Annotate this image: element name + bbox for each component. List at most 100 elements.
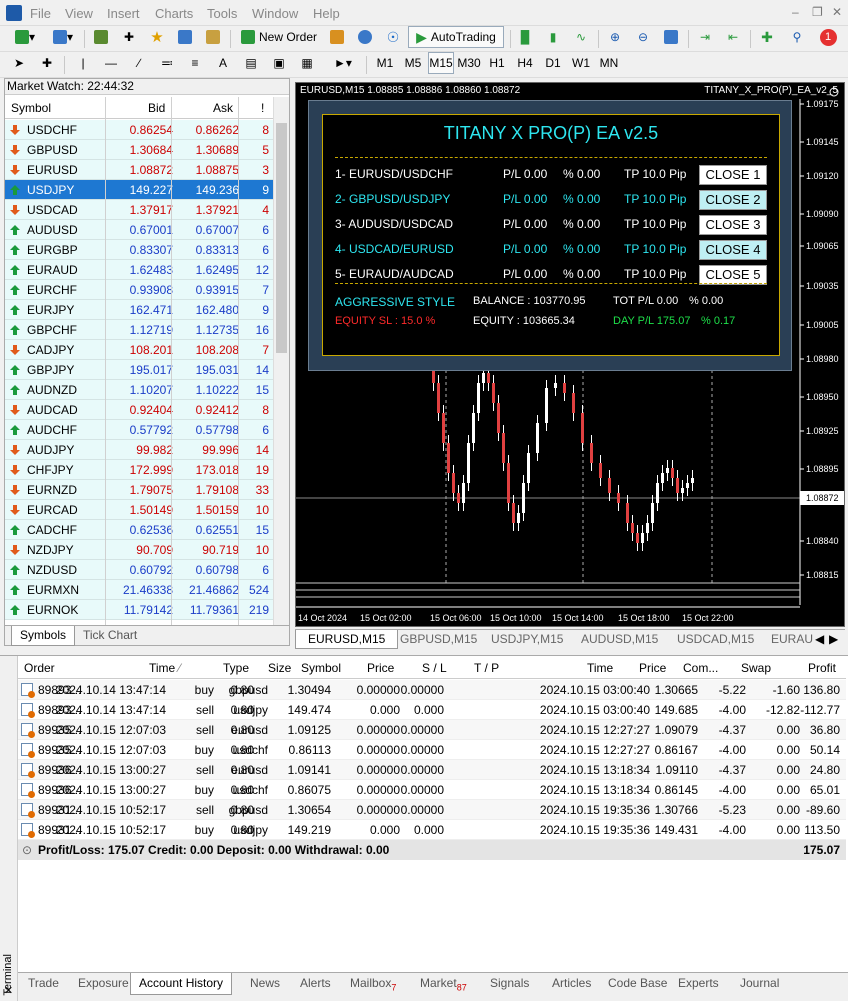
minimize-icon[interactable]: – — [792, 5, 799, 19]
grid-lines-icon[interactable]: ▦ — [296, 52, 318, 74]
timeframe-mn[interactable]: MN — [596, 52, 622, 74]
market-watch-row-usdchf[interactable]: USDCHF 0.86254 0.86262 8 — [5, 120, 273, 140]
market-watch-row-eurcad[interactable]: EURCAD 1.50149 1.50159 10 — [5, 500, 273, 520]
market-watch-row-euraud[interactable]: EURAUD 1.62483 1.62495 12 — [5, 260, 273, 280]
timeframe-m30[interactable]: M30 — [456, 52, 482, 74]
market-watch-row-cadchf[interactable]: CADCHF 0.62536 0.62551 15 — [5, 520, 273, 540]
fibonacci-icon[interactable]: ≡ — [184, 52, 206, 74]
new-order-button[interactable]: New Order — [238, 26, 320, 48]
col-sl[interactable]: S / L — [422, 661, 447, 675]
terminal-icon[interactable] — [174, 26, 196, 48]
market-watch-row-eurnzd[interactable]: EURNZD 1.79075 1.79108 33 — [5, 480, 273, 500]
market-watch-row-usdjpy[interactable]: USDJPY 149.227 149.236 9 — [5, 180, 273, 200]
menu-view[interactable]: View — [65, 6, 93, 21]
col-ask[interactable]: Ask — [213, 101, 233, 115]
menu-file[interactable]: File — [30, 6, 51, 21]
text-tool-icon[interactable]: A — [212, 52, 234, 74]
timeframe-w1[interactable]: W1 — [568, 52, 594, 74]
col-commission[interactable]: Com... — [683, 661, 718, 675]
metaeditor-icon[interactable] — [326, 26, 348, 48]
terminal-tab-articles[interactable]: Articles — [552, 976, 591, 990]
menu-insert[interactable]: Insert — [107, 6, 140, 21]
terminal-tab-exposure[interactable]: Exposure — [78, 976, 129, 990]
chart-tab-eurusd[interactable]: EURUSD,M15 — [295, 630, 399, 649]
history-row[interactable]: 89936... 2024.10.15 13:00:27 sell 0.80 eurus… — [18, 760, 846, 780]
history-row[interactable]: 89936... 2024.10.15 13:00:27 buy 0.80 usdchf… — [18, 780, 846, 800]
close-pair-2-button[interactable]: CLOSE 2 — [699, 190, 767, 210]
terminal-tab-code-base[interactable]: Code Base — [608, 976, 667, 990]
terminal-tab-account-history[interactable]: Account History — [130, 973, 233, 995]
zoom-in-icon[interactable]: ⊕ — [604, 26, 626, 48]
chart-tab-gbpusd[interactable]: GBPUSD,M15 — [400, 632, 477, 646]
col-symbol[interactable]: Symbol — [11, 101, 51, 115]
terminal-tab-trade[interactable]: Trade — [28, 976, 59, 990]
col-symbol[interactable]: Symbol — [301, 661, 341, 675]
vertical-line-icon[interactable]: | — [72, 52, 94, 74]
profiles-icon[interactable]: ▾ — [46, 26, 80, 48]
col-spread[interactable]: ! — [261, 101, 264, 115]
market-watch-row-cadjpy[interactable]: CADJPY 108.201 108.208 7 — [5, 340, 273, 360]
history-row[interactable]: 89893... 2024.10.14 13:47:14 sell 0.80 usdjp… — [18, 700, 846, 720]
horizontal-line-icon[interactable]: — — [100, 52, 122, 74]
chart-shift-icon[interactable]: ⇤ — [722, 26, 744, 48]
summary-collapse-icon[interactable]: ⊙ — [22, 843, 32, 857]
market-watch-row-audcad[interactable]: AUDCAD 0.92404 0.92412 8 — [5, 400, 273, 420]
search-icon[interactable]: ⚲ — [786, 26, 808, 48]
market-watch-icon[interactable] — [90, 26, 112, 48]
terminal-tab-mailbox[interactable]: Mailbox7 — [350, 976, 396, 992]
indicators-icon[interactable]: ✚ — [756, 26, 778, 48]
strategy-tester-icon[interactable] — [202, 26, 224, 48]
terminal-tab-market[interactable]: Market87 — [420, 976, 467, 992]
new-chart-icon[interactable]: ▾ — [8, 26, 42, 48]
menu-charts[interactable]: Charts — [155, 6, 193, 21]
text-label-icon[interactable]: ▤ — [240, 52, 262, 74]
chart-tab-audusd[interactable]: AUDUSD,M15 — [581, 632, 658, 646]
terminal-tab-news[interactable]: News — [250, 976, 280, 990]
history-row[interactable]: 89931... 2024.10.15 10:52:17 buy 0.80 usdjpy… — [18, 820, 846, 840]
close-pair-5-button[interactable]: CLOSE 5 — [699, 265, 767, 285]
equidistant-channel-icon[interactable]: ≕ — [156, 52, 178, 74]
col-open-time[interactable]: Time ⁄ — [149, 661, 181, 675]
col-price[interactable]: Price — [367, 661, 394, 675]
chart-window[interactable]: EURUSD,M15 1.08885 1.08886 1.08860 1.088… — [295, 82, 845, 627]
signals-icon[interactable] — [354, 26, 376, 48]
market-watch-row-audjpy[interactable]: AUDJPY 99.982 99.996 14 — [5, 440, 273, 460]
arrow-tool-icon[interactable]: ▣ — [268, 52, 290, 74]
close-pair-3-button[interactable]: CLOSE 3 — [699, 215, 767, 235]
col-tp[interactable]: T / P — [474, 661, 499, 675]
tab-scroll-left-icon[interactable]: ◀ — [815, 632, 824, 646]
col-close-price[interactable]: Price — [639, 661, 666, 675]
market-watch-row-usdcad[interactable]: USDCAD 1.37917 1.37921 4 — [5, 200, 273, 220]
market-watch-row-gbpjpy[interactable]: GBPJPY 195.017 195.031 14 — [5, 360, 273, 380]
history-row[interactable]: 89935... 2024.10.15 12:07:03 sell 0.80 eurus… — [18, 720, 846, 740]
autoscroll-icon[interactable]: ⇥ — [694, 26, 716, 48]
col-order[interactable]: Order — [24, 661, 55, 675]
notifications-icon[interactable]: 1 — [814, 26, 842, 48]
market-watch-row-gbpchf[interactable]: GBPCHF 1.12719 1.12735 16 — [5, 320, 273, 340]
menu-help[interactable]: Help — [313, 6, 340, 21]
close-pair-1-button[interactable]: CLOSE 1 — [699, 165, 767, 185]
close-icon[interactable]: ✕ — [832, 5, 842, 19]
col-size[interactable]: Size — [268, 661, 291, 675]
market-watch-row-chfjpy[interactable]: CHFJPY 172.999 173.018 19 — [5, 460, 273, 480]
line-chart-icon[interactable]: ∿ — [570, 26, 592, 48]
tab-symbols[interactable]: Symbols — [11, 626, 76, 646]
terminal-close-icon[interactable]: ✕ — [2, 654, 15, 996]
timeframe-m1[interactable]: M1 — [372, 52, 398, 74]
col-swap[interactable]: Swap — [741, 661, 771, 675]
market-watch-row-gbpusd[interactable]: GBPUSD 1.30684 1.30689 5 — [5, 140, 273, 160]
market-watch-row-eurnok[interactable]: EURNOK 11.79142 11.79361 219 — [5, 600, 273, 620]
autotrading-button[interactable]: ▶ AutoTrading — [408, 26, 504, 48]
terminal-tab-journal[interactable]: Journal — [740, 976, 779, 990]
market-watch-row-eurchf[interactable]: EURCHF 0.93908 0.93915 7 — [5, 280, 273, 300]
chart-tab-eurau[interactable]: EURAU — [771, 632, 813, 646]
close-pair-4-button[interactable]: CLOSE 4 — [699, 240, 767, 260]
favorites-star-icon[interactable]: ★ — [146, 26, 168, 48]
market-watch-row-audnzd[interactable]: AUDNZD 1.10207 1.10222 15 — [5, 380, 273, 400]
restore-icon[interactable]: ❐ — [812, 5, 823, 19]
col-bid[interactable]: Bid — [148, 101, 165, 115]
crosshair-nav-icon[interactable]: ✚ — [118, 26, 140, 48]
terminal-tab-alerts[interactable]: Alerts — [300, 976, 331, 990]
terminal-tab-experts[interactable]: Experts — [678, 976, 719, 990]
tile-windows-icon[interactable] — [660, 26, 682, 48]
